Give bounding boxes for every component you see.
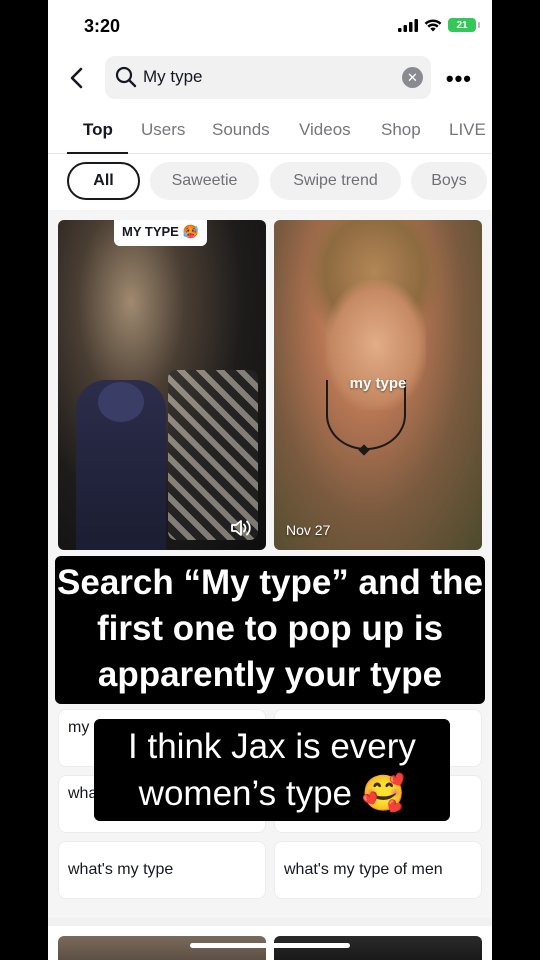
wifi-icon — [424, 18, 442, 31]
caption-sub: I think Jax is every women’s type 🥰 — [94, 719, 450, 821]
search-header: My type ✕ ••• — [48, 56, 492, 100]
search-input[interactable]: My type ✕ — [105, 56, 431, 99]
chip-saweetie[interactable]: Saweetie — [150, 162, 259, 200]
suggestion-card-5[interactable]: what's my type — [58, 841, 266, 899]
tab-users[interactable]: Users — [141, 120, 185, 140]
filter-chips: All Saweetie Swipe trend Boys — [48, 162, 492, 202]
video-date: Nov 27 — [286, 522, 331, 538]
search-icon — [115, 66, 137, 88]
battery-level: 21 — [456, 19, 468, 31]
suggestion-card-6[interactable]: what's my type of men — [274, 841, 482, 899]
home-indicator[interactable] — [190, 943, 350, 948]
tab-sounds[interactable]: Sounds — [212, 120, 270, 140]
clear-search-icon[interactable]: ✕ — [402, 67, 423, 88]
section-divider — [48, 918, 492, 926]
video-figure-shirt — [168, 370, 258, 540]
chip-boys[interactable]: Boys — [411, 162, 487, 200]
tab-shop[interactable]: Shop — [381, 120, 421, 140]
video-result-2[interactable]: my type Nov 27 — [274, 220, 482, 550]
more-options-icon[interactable]: ••• — [446, 66, 472, 92]
video-result-4-peek[interactable] — [274, 936, 482, 960]
video-figure-helmet — [98, 382, 144, 422]
tab-top[interactable]: Top — [83, 120, 113, 140]
status-icons: 21 — [398, 18, 480, 32]
active-tab-indicator — [67, 152, 128, 154]
tab-live[interactable]: LIVE — [449, 120, 486, 140]
status-time: 3:20 — [84, 16, 121, 36]
video-overlay-text: my type — [349, 375, 407, 392]
search-tabs: Top Users Sounds Videos Shop LIVE — [48, 110, 492, 154]
back-arrow-icon[interactable] — [64, 64, 92, 92]
video-result-1[interactable]: MY TYPE 🥵 — [58, 220, 266, 550]
cellular-signal-icon — [398, 18, 418, 32]
caption-main: Search “My type” and the first one to po… — [55, 556, 485, 704]
status-bar: 3:20 21 — [48, 0, 492, 52]
chip-swipe-trend[interactable]: Swipe trend — [270, 162, 401, 200]
video-result-3-peek[interactable] — [58, 936, 266, 960]
search-query: My type — [143, 67, 203, 86]
volume-icon[interactable] — [230, 518, 254, 538]
video-title-badge: MY TYPE 🥵 — [114, 220, 207, 246]
chip-all[interactable]: All — [67, 162, 140, 200]
battery-icon: 21 — [448, 18, 480, 32]
tab-videos[interactable]: Videos — [299, 120, 351, 140]
